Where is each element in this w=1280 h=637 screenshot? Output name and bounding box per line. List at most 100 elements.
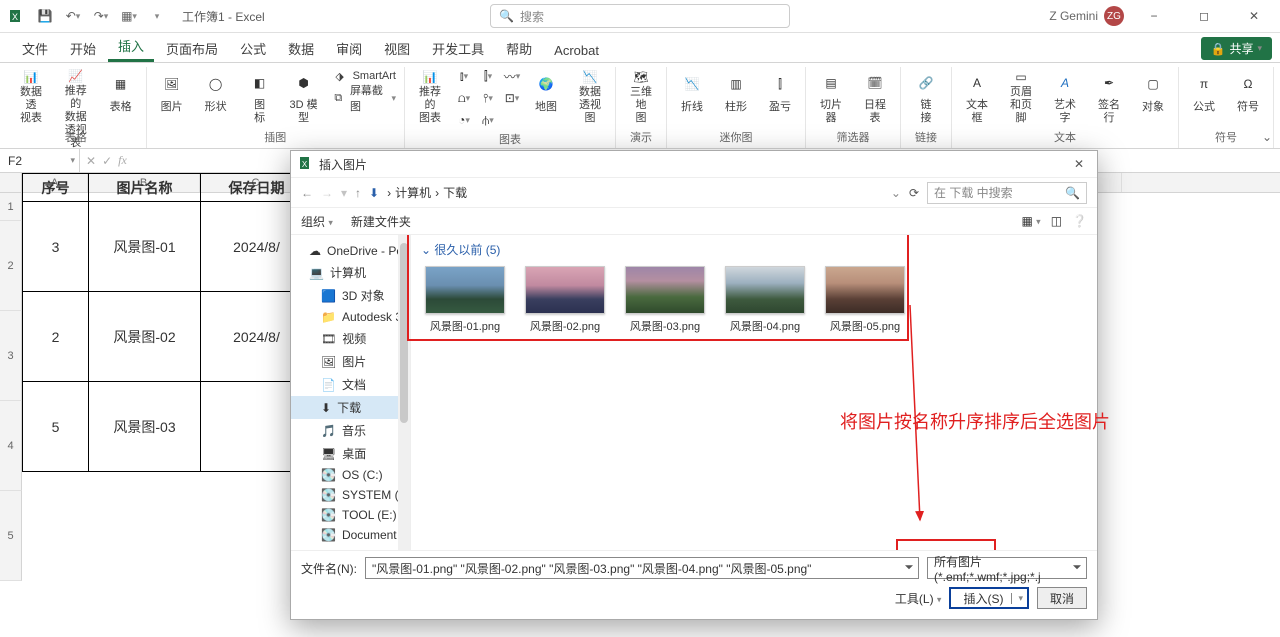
row-header[interactable]: 5	[0, 491, 22, 581]
object-button[interactable]: ▢对象	[1134, 67, 1172, 127]
timeline-button[interactable]: 🗓日程表	[856, 67, 894, 127]
search-box[interactable]: 🔍 搜索	[490, 4, 790, 28]
row-header[interactable]: 1	[0, 193, 22, 221]
fx-icon[interactable]: fx	[118, 153, 127, 168]
tab-数据[interactable]: 数据	[278, 33, 324, 62]
nav-split-icon[interactable]: ▾	[341, 186, 347, 200]
tab-开发工具[interactable]: 开发工具	[422, 33, 494, 62]
recommended-pivot-button[interactable]: 📈推荐的 数据透视表	[56, 67, 96, 127]
save-icon[interactable]: 💾	[34, 5, 56, 27]
row-header[interactable]: 2	[0, 221, 22, 311]
tree-item[interactable]: 💽SYSTEM (D:)	[291, 485, 410, 505]
tree-item[interactable]: 💽OS (C:)	[291, 465, 410, 485]
filename-combo[interactable]: "风景图-01.png" "风景图-02.png" "风景图-03.png" "…	[365, 557, 919, 579]
up-button[interactable]: ↑	[355, 186, 361, 200]
pivotchart-button[interactable]: 📉数据透视图	[571, 67, 609, 127]
tree-item[interactable]: 📄文档	[291, 373, 410, 396]
tab-开始[interactable]: 开始	[60, 33, 106, 62]
tree-item[interactable]: 🟦3D 对象	[291, 284, 410, 307]
file-tile[interactable]: 风景图-04.png	[721, 264, 809, 336]
signature-button[interactable]: ✒签名行	[1090, 67, 1128, 127]
chart-type-icon[interactable]: ⊡▾	[503, 89, 521, 107]
cancel-formula-icon[interactable]: ✕	[86, 154, 96, 168]
tools-button[interactable]: 工具(L) ▾	[895, 590, 942, 607]
chart-type-icon[interactable]: 〰▾	[503, 67, 521, 85]
tree-item[interactable]: 🖼图片	[291, 350, 410, 373]
file-group-header[interactable]: ⌄ 很久以前 (5)	[421, 241, 1087, 258]
cancel-button[interactable]: 取消	[1037, 587, 1087, 609]
screenshot-button[interactable]: ⧉屏幕截图 ▾	[329, 89, 398, 107]
insert-button[interactable]: 插入(S)▾	[949, 587, 1029, 609]
table-cell[interactable]: 5	[23, 382, 89, 472]
tab-Acrobat[interactable]: Acrobat	[544, 37, 609, 62]
table-header[interactable]: 图片名称	[89, 174, 201, 202]
table-cell[interactable]: 风景图-01	[89, 202, 201, 292]
sparkline-line-button[interactable]: 📉折线	[673, 67, 711, 127]
sparkline-column-button[interactable]: ▥柱形	[717, 67, 755, 127]
tree-item[interactable]: 💻计算机	[291, 261, 410, 284]
tree-item[interactable]: ☁OneDrive - Personal	[291, 241, 410, 261]
tab-插入[interactable]: 插入	[108, 30, 154, 62]
tab-页面布局[interactable]: 页面布局	[156, 33, 228, 62]
tab-视图[interactable]: 视图	[374, 33, 420, 62]
dialog-search[interactable]: 在 下载 中搜索 🔍	[927, 182, 1087, 204]
recommended-charts-button[interactable]: 📊推荐的 图表	[411, 67, 449, 127]
name-box[interactable]: F2 ▾	[0, 149, 80, 172]
refresh-button[interactable]: ⟳	[909, 186, 919, 200]
back-button[interactable]: ←	[301, 186, 313, 200]
tree-item[interactable]: 🌐网络	[291, 545, 410, 550]
minimize-button[interactable]: −	[1134, 1, 1174, 31]
qat-extra-icon[interactable]: ▦▾	[118, 5, 140, 27]
tree-item[interactable]: 📁Autodesk 360	[291, 307, 410, 327]
chart-type-icon[interactable]: ⫛▾	[479, 111, 497, 129]
shapes-button[interactable]: ◯形状	[197, 67, 235, 127]
table-header[interactable]: 序号	[23, 174, 89, 202]
file-tile[interactable]: 风景图-05.png	[821, 264, 909, 336]
tab-公式[interactable]: 公式	[230, 33, 276, 62]
tree-item[interactable]: 🎵音乐	[291, 419, 410, 442]
icons-button[interactable]: ◧图 标	[241, 67, 279, 127]
tree-item[interactable]: 🖥桌面	[291, 442, 410, 465]
undo-icon[interactable]: ↶▾	[62, 5, 84, 27]
symbol-button[interactable]: Ω符号	[1229, 67, 1267, 127]
slicer-button[interactable]: ▤切片器	[812, 67, 850, 127]
table-button[interactable]: ▦表格	[102, 67, 140, 127]
preview-pane-button[interactable]: ◫	[1051, 214, 1062, 228]
newfolder-button[interactable]: 新建文件夹	[351, 213, 411, 230]
row-header[interactable]: 3	[0, 311, 22, 401]
chart-type-icon[interactable]: ◔▾	[455, 111, 473, 129]
textbox-button[interactable]: A文本框	[958, 67, 996, 127]
maximize-button[interactable]: ◻	[1184, 1, 1224, 31]
equation-button[interactable]: π公式	[1185, 67, 1223, 127]
tree-item[interactable]: 🎞视频	[291, 327, 410, 350]
wordart-button[interactable]: A艺术字	[1046, 67, 1084, 127]
3dmodels-button[interactable]: ⬢3D 模 型	[285, 67, 323, 127]
sparkline-winloss-button[interactable]: ⫿盈亏	[761, 67, 799, 127]
table-cell[interactable]: 风景图-03	[89, 382, 201, 472]
share-button[interactable]: 🔒 共享 ▾	[1201, 37, 1273, 60]
select-all-triangle[interactable]	[0, 173, 22, 192]
table-cell[interactable]: 3	[23, 202, 89, 292]
enter-formula-icon[interactable]: ✓	[102, 154, 112, 168]
view-options-button[interactable]: ▦ ▾	[1022, 214, 1041, 228]
chart-type-icon[interactable]: ⫯▾	[479, 89, 497, 107]
headerfooter-button[interactable]: ▭页眉和页脚	[1002, 67, 1040, 127]
dialog-close-button[interactable]: ✕	[1069, 154, 1089, 174]
file-tile[interactable]: 风景图-01.png	[421, 264, 509, 336]
close-button[interactable]: ✕	[1234, 1, 1274, 31]
collapse-ribbon-icon[interactable]: ⌄	[1262, 130, 1272, 144]
excel-app-icon[interactable]: X	[6, 5, 28, 27]
chart-type-icon[interactable]: ⩍▾	[455, 89, 473, 107]
tab-审阅[interactable]: 审阅	[326, 33, 372, 62]
file-tile[interactable]: 风景图-02.png	[521, 264, 609, 336]
pictures-button[interactable]: 🖼图片	[153, 67, 191, 127]
address-dropdown-icon[interactable]: ⌄	[891, 186, 901, 200]
tree-item[interactable]: 💽Document (F:)	[291, 525, 410, 545]
link-button[interactable]: 🔗链 接	[907, 67, 945, 127]
qat-customize-icon[interactable]: ▾	[146, 5, 168, 27]
tab-帮助[interactable]: 帮助	[496, 33, 542, 62]
tree-scrollbar[interactable]	[398, 235, 410, 550]
help-icon[interactable]: ❔	[1072, 214, 1087, 228]
tab-文件[interactable]: 文件	[12, 33, 58, 62]
table-cell[interactable]: 2	[23, 292, 89, 382]
